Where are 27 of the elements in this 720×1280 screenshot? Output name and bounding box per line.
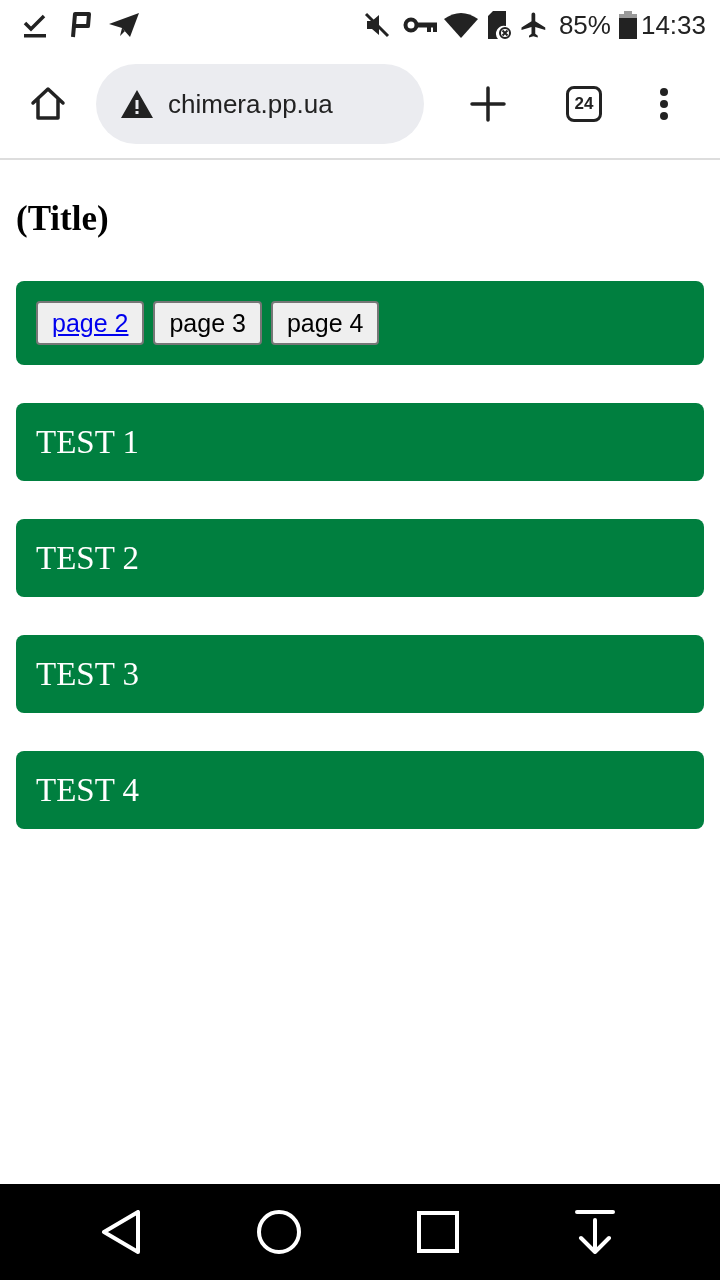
battery-percent: 85% <box>558 9 611 41</box>
mute-icon <box>363 12 390 38</box>
plus-icon[interactable] <box>470 86 506 122</box>
address-bar[interactable]: chimera.pp.ua <box>96 64 424 144</box>
page-title: (Title) <box>16 198 110 240</box>
back-icon[interactable] <box>101 1210 141 1254</box>
section-bar: TEST 4 <box>16 751 704 829</box>
battery-icon <box>618 11 637 39</box>
download-done-icon <box>22 12 48 38</box>
clock-time: 14:33 <box>640 9 706 41</box>
section-bar: TEST 2 <box>16 519 704 597</box>
page-button[interactable]: page 4 <box>270 301 380 345</box>
page-link-button[interactable]: page 2 <box>36 301 145 345</box>
paper-plane-icon <box>108 12 140 38</box>
home-circle-icon[interactable] <box>257 1210 301 1254</box>
tab-count-button[interactable]: 24 <box>566 86 602 122</box>
key-icon <box>402 16 437 34</box>
section-bar: TEST 1 <box>16 403 704 481</box>
more-menu-icon[interactable] <box>659 88 669 120</box>
page-button[interactable]: page 3 <box>153 301 262 345</box>
download-arrow-icon[interactable] <box>575 1210 615 1254</box>
section-bar: TEST 3 <box>16 635 704 713</box>
warning-icon <box>120 89 154 119</box>
home-icon[interactable] <box>30 86 66 122</box>
wifi-icon <box>443 12 478 38</box>
recents-square-icon[interactable] <box>417 1211 459 1253</box>
url-text: chimera.pp.ua <box>168 88 333 120</box>
